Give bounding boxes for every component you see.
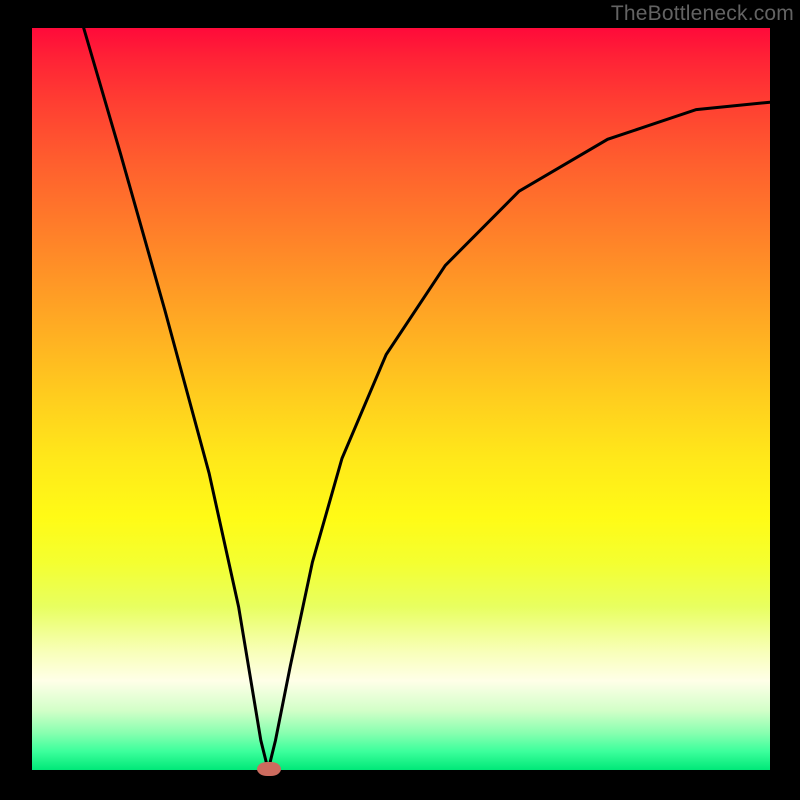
bottleneck-curve <box>84 28 770 770</box>
optimum-marker <box>257 762 281 776</box>
watermark-text: TheBottleneck.com <box>611 2 794 26</box>
chart-stage: TheBottleneck.com <box>0 0 800 800</box>
curve-layer <box>0 0 800 800</box>
